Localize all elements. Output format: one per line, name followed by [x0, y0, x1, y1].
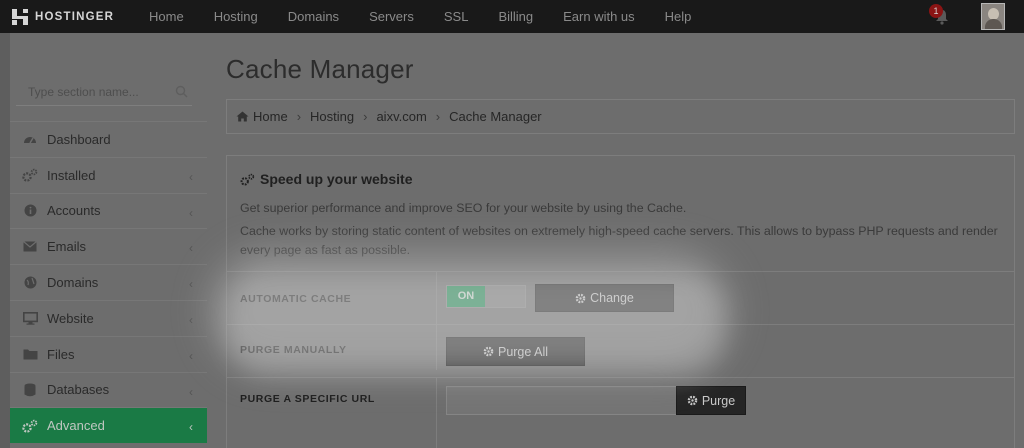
chevron-left-icon: ‹ — [189, 348, 193, 363]
folder-icon — [22, 346, 38, 362]
cache-panel: Speed up your website Get superior perfo… — [226, 155, 1015, 448]
top-right-controls: 1 — [929, 0, 1024, 33]
top-nav-menu: Home Hosting Domains Servers SSL Billing… — [134, 0, 706, 33]
database-icon — [22, 382, 38, 398]
purge-button-label: Purge — [701, 393, 736, 408]
sidebar-item-label: Advanced — [47, 418, 105, 434]
breadcrumb-separator-icon: › — [363, 109, 368, 124]
column-divider — [436, 325, 437, 370]
sidebar-item-label: Installed — [47, 167, 96, 183]
panel-title-text: Speed up your website — [260, 171, 413, 187]
purge-button[interactable]: Purge — [676, 386, 746, 415]
sidebar-item-dashboard[interactable]: Dashboard — [10, 121, 207, 157]
breadcrumb-domain[interactable]: aixv.com — [376, 109, 426, 124]
purge-manually-row: PURGE MANUALLY Purge All — [227, 324, 1014, 370]
sidebar-edge — [0, 33, 10, 448]
user-avatar[interactable] — [981, 3, 1005, 30]
chevron-left-icon: ‹ — [189, 205, 193, 220]
page-title: Cache Manager — [226, 54, 414, 84]
sidebar-item-website[interactable]: Website ‹ — [10, 299, 207, 336]
gear-icon — [483, 346, 494, 357]
top-navbar: HOSTINGER Home Hosting Domains Servers S… — [0, 0, 1024, 33]
purge-url-input[interactable] — [446, 386, 678, 415]
column-divider — [436, 378, 437, 448]
sidebar-item-label: Files — [47, 346, 75, 362]
brand-logo[interactable]: HOSTINGER — [12, 8, 134, 25]
sidebar-item-emails[interactable]: Emails ‹ — [10, 228, 207, 264]
sidebar-item-label: Dashboard — [47, 131, 111, 147]
chevron-left-icon: ‹ — [189, 384, 193, 399]
sidebar-item-label: Emails — [47, 239, 87, 255]
breadcrumb: Home › Hosting › aixv.com › Cache Manage… — [226, 99, 1015, 134]
info-icon — [22, 203, 38, 219]
section-search-input[interactable] — [16, 80, 166, 104]
breadcrumb-separator-icon: › — [296, 109, 302, 124]
panel-title: Speed up your website — [240, 171, 412, 187]
sidebar-item-label: Domains — [47, 275, 99, 291]
cogs-icon — [22, 167, 38, 183]
sidebar-item-accounts[interactable]: Accounts ‹ — [10, 192, 207, 229]
notification-count-badge: 1 — [929, 4, 943, 18]
cogs-icon — [22, 418, 38, 434]
cogs-icon — [240, 173, 255, 186]
column-divider — [436, 272, 437, 325]
nav-billing[interactable]: Billing — [483, 0, 548, 33]
search-icon — [175, 85, 188, 98]
chevron-left-icon: ‹ — [189, 312, 193, 327]
dashboard-icon — [22, 131, 38, 147]
panel-description-2: Cache works by storing static content of… — [240, 224, 998, 257]
change-button-label: Change — [590, 291, 634, 305]
panel-description-1: Get superior performance and improve SEO… — [240, 201, 687, 215]
sidebar-item-advanced[interactable]: Advanced ‹ — [10, 407, 207, 444]
sidebar-item-files[interactable]: Files ‹ — [10, 335, 207, 372]
toggle-on-label: ON — [447, 286, 485, 307]
notifications-button[interactable]: 1 — [929, 0, 953, 33]
purge-all-button-label: Purge All — [497, 344, 549, 359]
chevron-left-icon: ‹ — [189, 277, 193, 292]
nav-home[interactable]: Home — [134, 0, 199, 33]
globe-icon — [22, 275, 38, 291]
breadcrumb-home[interactable]: Home — [253, 109, 288, 124]
sidebar-item-label: Databases — [47, 382, 110, 398]
automatic-cache-toggle[interactable]: ON — [446, 285, 526, 308]
sidebar-item-installed[interactable]: Installed ‹ — [10, 156, 207, 193]
gear-icon — [575, 293, 586, 303]
breadcrumb-hosting[interactable]: Hosting — [310, 109, 354, 124]
automatic-cache-row: AUTOMATIC CACHE ON Change — [227, 271, 1014, 325]
sidebar-item-domains[interactable]: Domains ‹ — [10, 264, 207, 300]
gear-icon — [687, 395, 698, 406]
brand-name: HOSTINGER — [35, 10, 115, 23]
monitor-icon — [22, 310, 38, 326]
nav-hosting[interactable]: Hosting — [199, 0, 273, 33]
hostinger-logo-icon — [12, 8, 28, 25]
section-search — [16, 80, 192, 106]
chevron-left-icon: ‹ — [189, 420, 193, 435]
chevron-left-icon: ‹ — [189, 241, 193, 256]
sidebar-item-label: Accounts — [47, 203, 101, 219]
home-icon — [236, 111, 249, 122]
purge-url-label: PURGE A SPECIFIC URL — [240, 393, 375, 405]
purge-url-row: PURGE A SPECIFIC URL Purge — [227, 377, 1014, 448]
nav-ssl[interactable]: SSL — [429, 0, 484, 33]
envelope-icon — [22, 239, 38, 255]
nav-domains[interactable]: Domains — [273, 0, 354, 33]
change-button[interactable]: Change — [535, 284, 674, 312]
nav-servers[interactable]: Servers — [354, 0, 429, 33]
purge-all-button[interactable]: Purge All — [446, 337, 585, 366]
sidebar-item-label: Website — [47, 310, 94, 326]
breadcrumb-separator-icon: › — [435, 109, 441, 124]
nav-help[interactable]: Help — [650, 0, 707, 33]
sidebar-menu: Dashboard Installed ‹ Accounts ‹ Emails … — [10, 121, 207, 444]
breadcrumb-current: Cache Manager — [449, 109, 542, 124]
chevron-left-icon: ‹ — [189, 169, 193, 184]
purge-manually-label: PURGE MANUALLY — [240, 344, 347, 356]
nav-earn-with-us[interactable]: Earn with us — [548, 0, 650, 33]
sidebar-item-databases[interactable]: Databases ‹ — [10, 371, 207, 408]
automatic-cache-label: AUTOMATIC CACHE — [240, 293, 352, 305]
